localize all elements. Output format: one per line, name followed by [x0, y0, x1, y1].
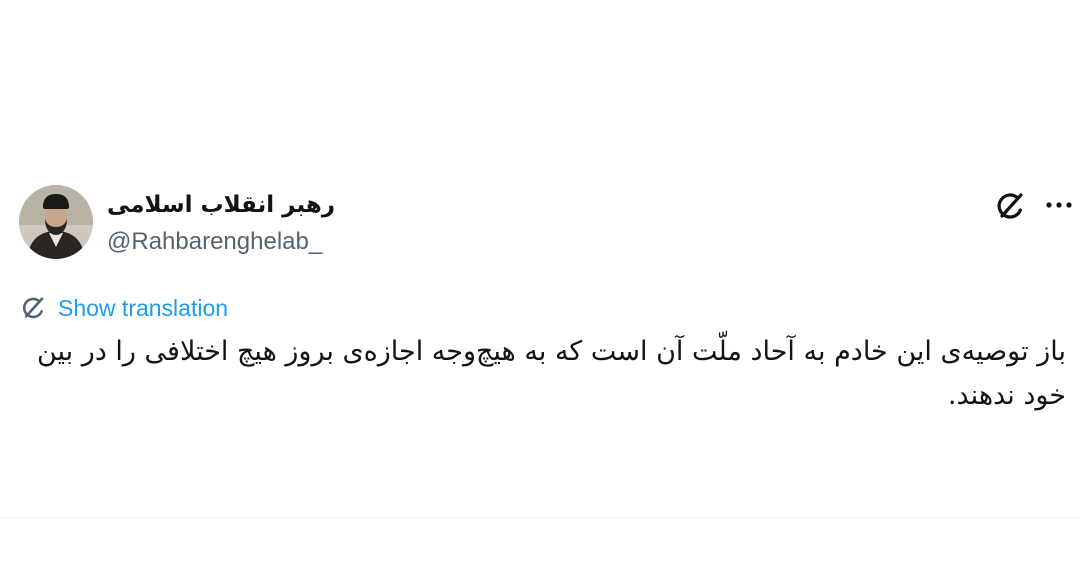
- grok-translate-icon: [22, 297, 44, 319]
- avatar[interactable]: [19, 185, 93, 259]
- show-translation-button[interactable]: Show translation: [19, 293, 228, 323]
- person-avatar-icon: [19, 185, 93, 259]
- grok-icon[interactable]: [993, 189, 1027, 223]
- show-translation-label[interactable]: Show translation: [58, 295, 228, 322]
- user-handle[interactable]: @Rahbarenghelab_: [107, 228, 322, 256]
- tweet-container: رهبر انقلاب اسلامی @Rahbarenghelab_ Show…: [0, 0, 1080, 580]
- display-name[interactable]: رهبر انقلاب اسلامی: [107, 192, 335, 218]
- tweet-text: باز توصیه‌ی این خادم به آحاد ملّت آن است…: [36, 336, 1066, 411]
- divider: [0, 517, 1080, 518]
- more-dots-icon[interactable]: [1044, 191, 1074, 219]
